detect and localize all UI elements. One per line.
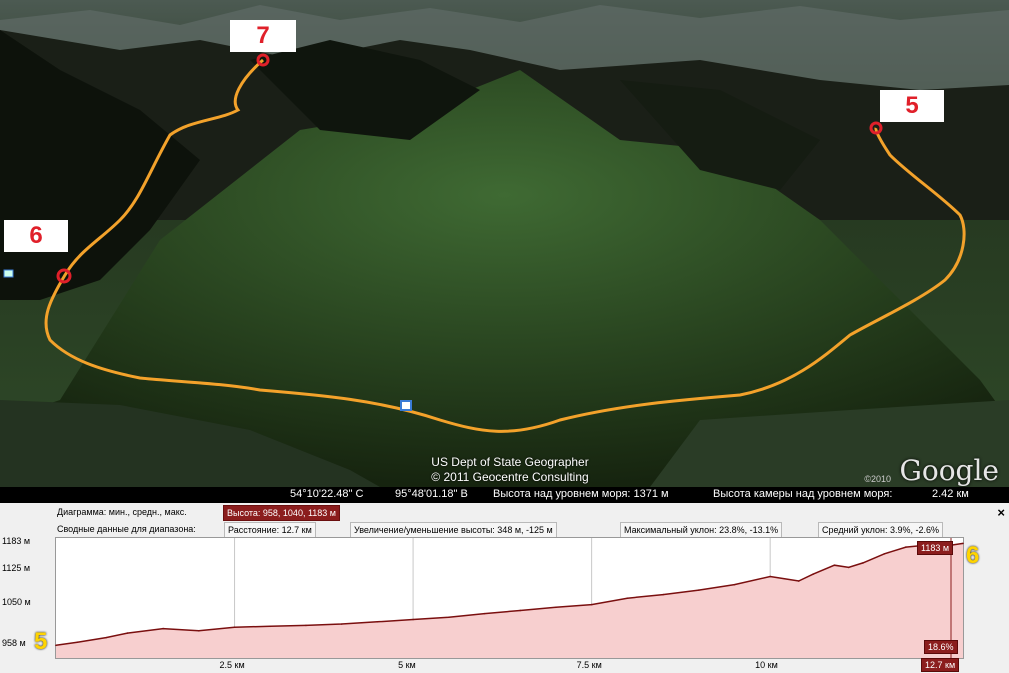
label-5: 5 xyxy=(880,90,944,122)
elevation-point xyxy=(626,597,629,600)
elevation-point xyxy=(883,553,886,555)
elevation-area xyxy=(56,543,963,658)
elevation-point xyxy=(812,573,814,576)
chart-type-label: Диаграмма: мин., средн., макс. xyxy=(57,507,187,517)
elevation-point xyxy=(733,583,736,586)
position-marker xyxy=(400,400,412,411)
latitude: 54°10'22.48" С xyxy=(290,488,364,500)
elevation-point xyxy=(483,612,486,615)
copyright-year: ©2010 xyxy=(864,474,891,484)
elevation-point xyxy=(905,546,907,548)
x-tick-label: 5 км xyxy=(398,660,416,670)
close-profile-button[interactable]: × xyxy=(997,505,1005,520)
3d-map-view[interactable]: 7 5 6 US Dept of State Geographer © 2011… xyxy=(0,0,1009,487)
terrain-render xyxy=(0,0,1009,487)
elevation-point xyxy=(376,620,379,623)
elevation: Высота над уровнем моря: 1371 м xyxy=(493,488,669,500)
range-summary-label: Сводные данные для диапазона: xyxy=(57,524,196,534)
elevation-point xyxy=(590,603,593,606)
end-distance-box: 12.7 км xyxy=(921,658,960,672)
elevation-point xyxy=(55,644,57,647)
elevation-point xyxy=(105,636,107,639)
elevation-point xyxy=(769,575,771,578)
google-logo: Google xyxy=(899,454,999,487)
end-point-label: 6 xyxy=(966,542,980,569)
elevation-point xyxy=(697,589,700,591)
elevation-point xyxy=(783,577,786,580)
y-tick-label: 958 м xyxy=(2,638,26,649)
x-tick-label: 10 км xyxy=(755,660,778,670)
elevation-point xyxy=(233,626,236,629)
start-point-label: 5 xyxy=(34,628,48,655)
elevation-point xyxy=(162,627,164,630)
profile-row-1: Диаграмма: мин., средн., макс. Высота: 9… xyxy=(0,505,1009,521)
gain-loss-value: Увеличение/уменьшение высоты: 348 м, -12… xyxy=(350,522,557,538)
elevation-point xyxy=(305,624,307,627)
label-6: 6 xyxy=(4,220,68,252)
elevation-point xyxy=(269,625,272,628)
y-tick-label: 1125 м xyxy=(2,562,31,573)
elevation-point xyxy=(662,593,664,596)
elevation-point xyxy=(198,630,200,632)
eye-altitude-value: 2.42 км xyxy=(932,488,969,500)
y-tick-label: 1183 м xyxy=(2,536,31,547)
x-tick-label: 2.5 км xyxy=(219,660,245,670)
elevation-point xyxy=(412,618,414,621)
status-bar: 54°10'22.48" С 95°48'01.18" В Высота над… xyxy=(0,487,1009,503)
y-tick-label: 1050 м xyxy=(2,596,31,607)
elevation-point xyxy=(797,580,800,582)
slope-box: 18.6% xyxy=(924,640,958,654)
max-slope-value: Максимальный уклон: 23.8%, -13.1% xyxy=(620,522,783,538)
avg-slope-value: Средний уклон: 3.9%, -2.6% xyxy=(818,522,943,538)
end-elevation-box: 1183 м xyxy=(917,541,954,555)
elevation-point xyxy=(76,641,79,643)
elevation-point xyxy=(126,632,129,634)
longitude: 95°48'01.18" В xyxy=(395,488,468,500)
side-marker xyxy=(3,269,14,278)
elevation-point xyxy=(519,609,522,612)
eye-altitude-label: Высота камеры над уровнем моря: xyxy=(713,488,893,500)
label-7: 7 xyxy=(230,20,296,52)
height-summary: Высота: 958, 1040, 1183 м xyxy=(223,505,340,521)
elevation-point xyxy=(340,623,343,625)
elevation-point xyxy=(847,566,850,569)
elevation-point xyxy=(862,562,864,564)
x-tick-label: 7.5 км xyxy=(576,660,602,670)
elevation-point xyxy=(833,564,836,566)
elevation-point xyxy=(447,616,450,619)
elevation-point xyxy=(962,542,964,545)
elevation-point xyxy=(555,606,557,609)
credit-line-2: © 2011 Geocentre Consulting xyxy=(431,470,589,484)
distance-value: Расстояние: 12.7 км xyxy=(224,522,316,538)
profile-row-2: Сводные данные для диапазона: Расстояние… xyxy=(0,522,1009,538)
credit-line-1: US Dept of State Geographer xyxy=(431,455,589,469)
elevation-chart[interactable] xyxy=(55,537,964,659)
